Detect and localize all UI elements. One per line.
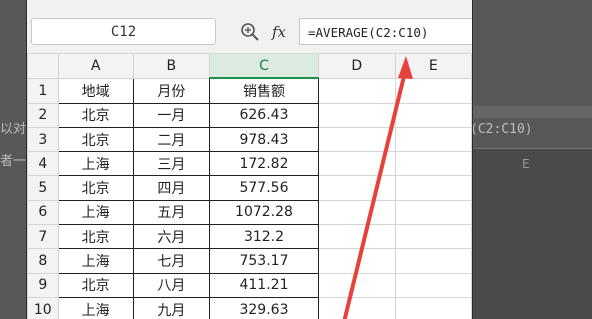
table-row: 3 北京 二月 978.43: [27, 126, 472, 153]
cell-empty[interactable]: [318, 199, 396, 226]
cell-region[interactable]: 地域: [57, 77, 134, 104]
cell-month[interactable]: 四月: [132, 175, 210, 201]
cell-region[interactable]: 北京: [57, 272, 134, 298]
cell-empty[interactable]: [318, 224, 396, 250]
cell-sales[interactable]: 329.63: [208, 296, 320, 319]
cell-empty[interactable]: [318, 296, 396, 319]
cell-empty[interactable]: [394, 102, 472, 128]
row-header[interactable]: 9: [27, 272, 59, 298]
cell-empty[interactable]: [394, 126, 472, 153]
cell-month[interactable]: 七月: [132, 248, 210, 274]
bg-cell: E: [470, 148, 592, 319]
cell-empty[interactable]: [394, 151, 472, 177]
cell-month[interactable]: 六月: [132, 224, 210, 250]
cell-empty[interactable]: [394, 296, 472, 319]
cell-region[interactable]: 北京: [57, 126, 134, 153]
bg-col-label: E: [522, 157, 530, 171]
cell-empty[interactable]: [394, 199, 472, 226]
cell-month[interactable]: 一月: [132, 102, 210, 128]
formula-icons: fx: [240, 22, 286, 42]
select-all-corner[interactable]: [27, 53, 59, 79]
row-header[interactable]: 2: [27, 102, 59, 128]
cell-sales[interactable]: 1072.28: [208, 199, 320, 226]
row-header[interactable]: 3: [27, 126, 59, 153]
cell-empty[interactable]: [394, 224, 472, 250]
bg-bar: [470, 106, 592, 118]
cell-empty[interactable]: [318, 175, 396, 201]
cell-region[interactable]: 上海: [57, 199, 134, 226]
column-header-d[interactable]: D: [318, 53, 396, 79]
cell-sales[interactable]: 978.43: [208, 126, 320, 153]
cell-month[interactable]: 月份: [132, 77, 210, 104]
cell-region[interactable]: 上海: [57, 151, 134, 177]
cell-empty[interactable]: [394, 248, 472, 274]
cell-month[interactable]: 二月: [132, 126, 210, 153]
name-box[interactable]: C12: [31, 18, 216, 45]
cell-region[interactable]: 北京: [57, 175, 134, 201]
cell-month[interactable]: 八月: [132, 272, 210, 298]
row-header[interactable]: 7: [27, 224, 59, 250]
cell-sales[interactable]: 577.56: [208, 175, 320, 201]
table-row: 10 上海 九月 329.63: [27, 296, 472, 319]
cell-empty[interactable]: [394, 272, 472, 298]
formula-input[interactable]: =AVERAGE(C2:C10): [299, 18, 472, 45]
cell-month[interactable]: 五月: [132, 199, 210, 226]
cell-sales[interactable]: 销售额: [208, 77, 320, 104]
row-header[interactable]: 6: [27, 199, 59, 226]
cell-empty[interactable]: [318, 151, 396, 177]
spreadsheet-window: C12 fx =AVERAGE(C2:C10) A B C D E 1 地域 月份销…: [27, 0, 472, 319]
table-row: 2 北京 一月 626.43: [27, 102, 472, 128]
table-row: 6 上海 五月 1072.28: [27, 199, 472, 226]
table-row: 1 地域 月份 销售额: [27, 77, 472, 104]
cell-month[interactable]: 九月: [132, 296, 210, 319]
column-header-b[interactable]: B: [132, 53, 210, 79]
table-row: 9 北京 八月 411.21: [27, 272, 472, 298]
cell-empty[interactable]: [394, 175, 472, 201]
column-header-a[interactable]: A: [57, 53, 134, 79]
table-row: 8 上海 七月 753.17: [27, 248, 472, 274]
cell-region[interactable]: 上海: [57, 248, 134, 274]
bg-text-fragment: 以对: [0, 122, 27, 137]
bg-text-fragment: 者一: [0, 154, 27, 169]
cell-empty[interactable]: [318, 272, 396, 298]
cell-month[interactable]: 三月: [132, 151, 210, 177]
column-header-c[interactable]: C: [208, 53, 320, 80]
cell-empty[interactable]: [318, 248, 396, 274]
row-header[interactable]: 8: [27, 248, 59, 274]
cell-region[interactable]: 上海: [57, 296, 134, 319]
table-row: 7 北京 六月 312.2: [27, 224, 472, 250]
zoom-icon[interactable]: [240, 22, 260, 42]
cell-sales[interactable]: 411.21: [208, 272, 320, 298]
cell-empty[interactable]: [318, 102, 396, 128]
row-header[interactable]: 10: [27, 296, 59, 319]
table-row: 4 上海 三月 172.82: [27, 151, 472, 177]
sheet-grid: A B C D E 1 地域 月份 销售额 2 北京 一月 626.43 3 北京 二月 978.43…: [27, 53, 472, 319]
cell-sales[interactable]: 172.82: [208, 151, 320, 177]
fx-icon[interactable]: fx: [272, 23, 286, 41]
column-header-e[interactable]: E: [394, 53, 472, 79]
cell-region[interactable]: 北京: [57, 224, 134, 250]
cell-empty[interactable]: [318, 126, 396, 153]
cell-sales[interactable]: 626.43: [208, 102, 320, 128]
row-header[interactable]: 1: [27, 77, 59, 104]
cell-empty[interactable]: [394, 77, 472, 104]
table-row: 5 北京 四月 577.56: [27, 175, 472, 201]
cell-empty[interactable]: [318, 77, 396, 104]
cell-sales[interactable]: 753.17: [208, 248, 320, 274]
column-header-row: A B C D E: [27, 53, 472, 80]
cell-sales[interactable]: 312.2: [208, 224, 320, 250]
row-header[interactable]: 4: [27, 151, 59, 177]
cell-region[interactable]: 北京: [57, 102, 134, 128]
row-header[interactable]: 5: [27, 175, 59, 201]
bg-formula-fragment: (C2:C10): [470, 122, 533, 137]
